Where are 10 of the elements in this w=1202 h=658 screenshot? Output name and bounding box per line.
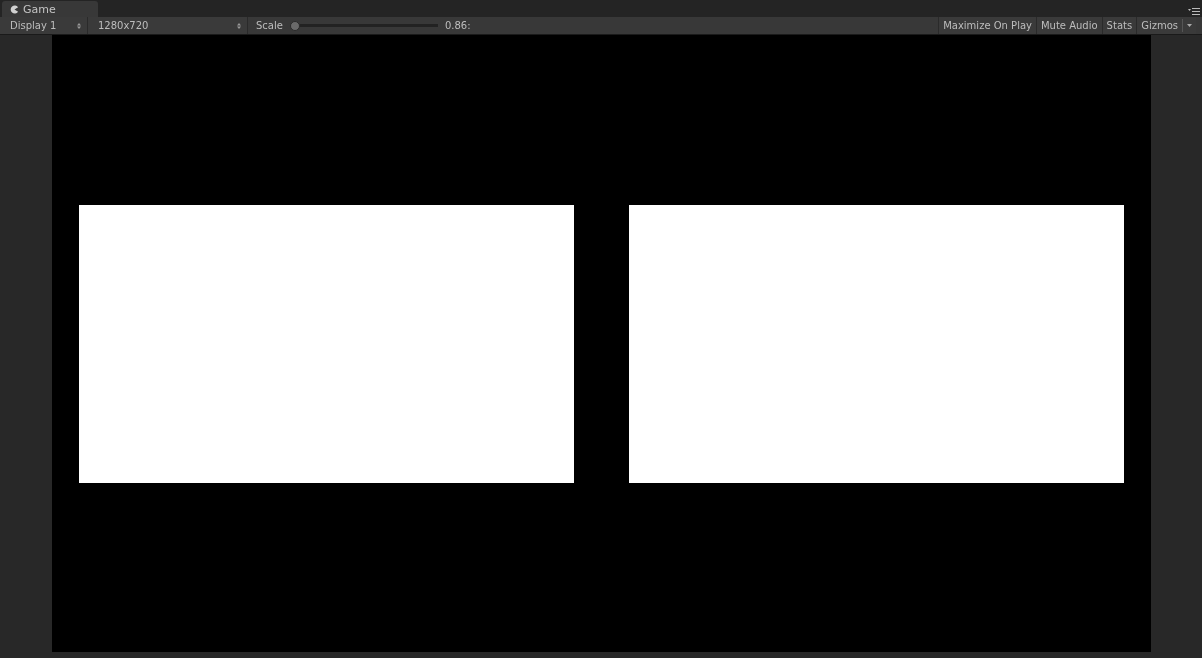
scale-slider[interactable] bbox=[291, 20, 438, 31]
menu-icon[interactable] bbox=[1188, 8, 1200, 15]
pacman-icon bbox=[10, 4, 19, 14]
updown-icon bbox=[77, 22, 81, 29]
caret-icon bbox=[1187, 24, 1192, 27]
scale-label: Scale bbox=[256, 20, 283, 31]
game-tab[interactable]: Game bbox=[2, 1, 98, 17]
scale-value: 0.86: bbox=[444, 20, 471, 31]
slider-thumb[interactable] bbox=[289, 20, 300, 31]
updown-icon bbox=[237, 22, 241, 29]
